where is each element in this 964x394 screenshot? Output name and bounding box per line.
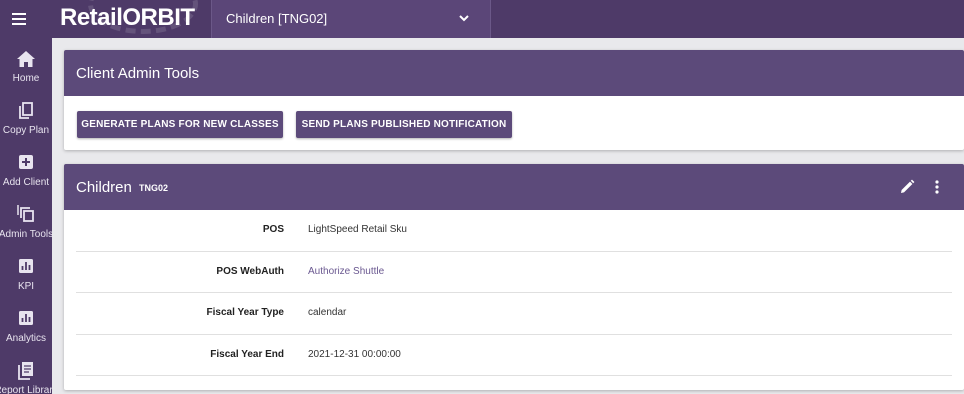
generate-plans-button[interactable]: GENERATE PLANS FOR NEW CLASSES <box>77 111 283 138</box>
detail-row-fiscal-year-end: Fiscal Year End 2021-12-31 00:00:00 <box>76 335 952 376</box>
authorize-shuttle-link[interactable]: Authorize Shuttle <box>308 266 384 277</box>
admin-tools-title: Client Admin Tools <box>76 65 200 82</box>
hamburger-icon <box>12 18 26 20</box>
client-detail-rows: POS LightSpeed Retail Sku POS WebAuth Au… <box>76 210 952 376</box>
detail-value: LightSpeed Retail Sku <box>308 224 407 235</box>
client-select-value: Children [TNG02] <box>226 11 328 26</box>
layers-icon <box>17 205 34 222</box>
sidebar-item-label: Add Client <box>2 177 50 188</box>
client-name: Children <box>76 179 132 196</box>
top-bar: RetailORBIT Children [TNG02] <box>0 0 964 38</box>
sidebar-item-kpi[interactable]: KPI <box>0 250 52 302</box>
detail-key: Fiscal Year End <box>210 348 284 360</box>
admin-tools-card-header: Client Admin Tools <box>64 50 964 96</box>
library-icon <box>18 362 33 380</box>
copy-icon <box>19 102 33 119</box>
bar-chart-icon <box>19 259 33 273</box>
sidebar: Home Copy Plan Add Client Admin Tools KP… <box>0 38 52 394</box>
sidebar-item-copy-plan[interactable]: Copy Plan <box>0 94 52 146</box>
menu-button[interactable] <box>0 0 38 38</box>
detail-key: POS <box>262 224 284 235</box>
plus-box-icon <box>19 155 33 169</box>
sidebar-item-home[interactable]: Home <box>0 42 52 94</box>
edit-icon[interactable] <box>898 178 916 196</box>
sidebar-item-admin-tools[interactable]: Admin Tools <box>0 198 52 250</box>
detail-key: Fiscal Year Type <box>206 307 284 318</box>
brand-logo[interactable]: RetailORBIT <box>52 0 210 38</box>
send-notification-button[interactable]: SEND PLANS PUBLISHED NOTIFICATION <box>296 111 512 138</box>
sidebar-item-label: Admin Tools <box>0 229 52 240</box>
chevron-down-icon <box>459 15 469 22</box>
home-icon <box>17 51 35 67</box>
sidebar-item-label: Analytics <box>5 333 46 344</box>
detail-row-pos: POS LightSpeed Retail Sku <box>76 210 952 252</box>
client-select[interactable]: Children [TNG02] <box>211 0 491 38</box>
sidebar-item-label: Copy Plan <box>2 125 50 136</box>
detail-row-pos-webauth: POS WebAuth Authorize Shuttle <box>76 252 952 293</box>
detail-value: calendar <box>308 307 347 318</box>
sidebar-item-label: KPI <box>17 281 35 292</box>
detail-row-fiscal-year-type: Fiscal Year Type calendar <box>76 293 952 335</box>
main-content: Client Admin Tools GENERATE PLANS FOR NE… <box>52 38 964 394</box>
detail-value: 2021-12-31 00:00:00 <box>308 348 401 360</box>
detail-key: POS WebAuth <box>216 265 284 277</box>
sidebar-item-label: Home <box>12 73 40 84</box>
more-vert-icon[interactable] <box>928 178 946 196</box>
sidebar-item-analytics[interactable]: Analytics <box>0 302 52 354</box>
client-card-header: Children TNG02 <box>64 164 964 210</box>
brand-name: RetailORBIT <box>60 4 195 31</box>
bar-chart-icon <box>19 311 33 325</box>
admin-tools-card: Client Admin Tools GENERATE PLANS FOR NE… <box>64 50 964 150</box>
sidebar-item-report-library[interactable]: Report Library <box>0 354 52 394</box>
client-details-card: Children TNG02 POS LightSpeed Retail Sku… <box>64 164 964 390</box>
sidebar-item-add-client[interactable]: Add Client <box>0 146 52 198</box>
client-code: TNG02 <box>139 183 169 193</box>
sidebar-item-label: Report Library <box>0 385 52 394</box>
